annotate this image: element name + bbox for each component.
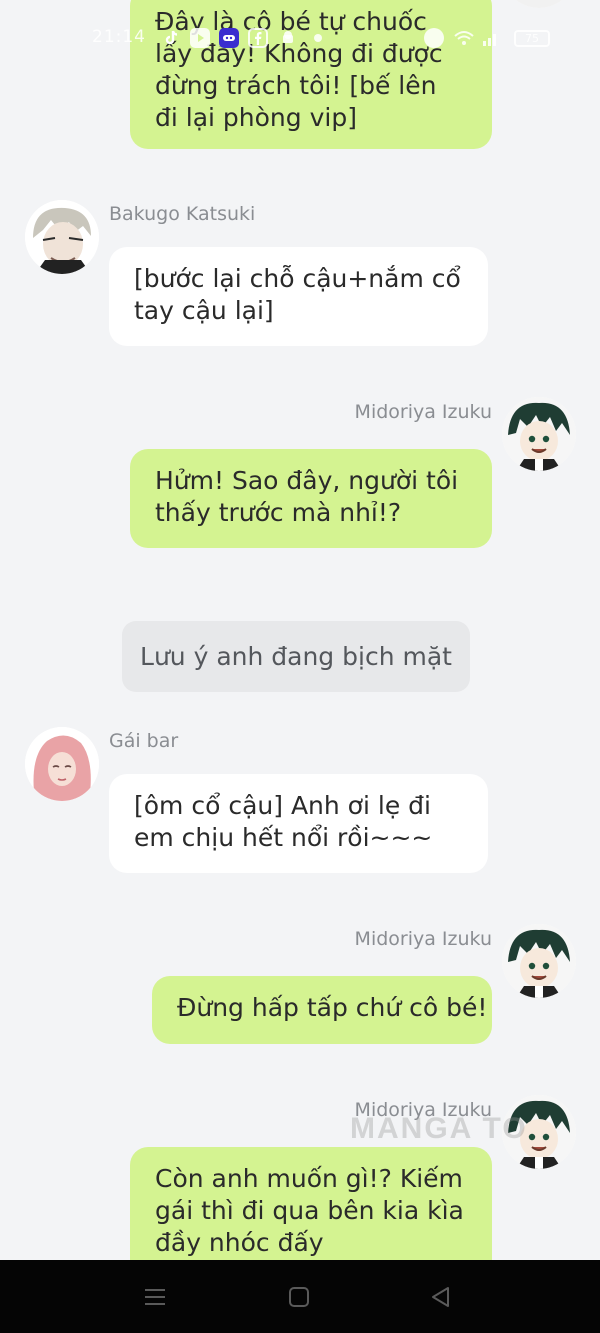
status-bar: 21:14 75 [0,22,600,54]
avatar-midoriya[interactable] [502,0,576,8]
sender-name: Bakugo Katsuki [109,203,256,225]
dot-icon [314,34,322,42]
youtube-icon [190,28,210,48]
menu-icon[interactable] [142,1284,168,1310]
wifi-icon [453,28,474,48]
chat-screen: 21:14 75 Đây là cô bé tự chuốc lấy đấy! … [0,0,600,1260]
battery-indicator: 75 [514,30,550,47]
game-controller-icon [219,28,239,48]
message-bubble[interactable]: [ôm cổ cậu] Anh ơi lẹ đi em chịu hết nổi… [109,774,488,873]
android-icon [278,28,298,48]
signal-icon [481,28,501,48]
message-bubble[interactable]: Hửm! Sao đây, người tôi thấy trước mà nh… [130,449,492,548]
sender-name: Midoriya Izuku [354,928,492,950]
facebook-icon [248,28,268,48]
avatar-midoriya[interactable] [502,397,576,471]
message-bubble[interactable]: Đừng hấp tấp chứ cô bé! [152,976,492,1044]
back-icon[interactable] [428,1284,454,1310]
sender-name: Gái bar [109,730,179,752]
avatar-bakugo[interactable] [25,200,99,274]
watermark: MANGA TO [350,1112,528,1145]
system-notice: Lưu ý anh đang bịch mặt [122,621,470,692]
message-bubble[interactable]: [bước lại chỗ cậu+nắm cổ tay cậu lại] [109,247,488,346]
message-bubble[interactable]: Còn anh muốn gì!? Kiếm gái thì đi qua bê… [130,1147,492,1260]
alarm-icon [424,28,444,48]
avatar-midoriya[interactable] [502,924,576,998]
sender-name: Midoriya Izuku [354,401,492,423]
status-time: 21:14 [92,27,146,47]
navigation-bar [0,1260,600,1333]
avatar-gai-bar[interactable] [25,727,99,801]
tiktok-icon [162,28,182,48]
home-icon[interactable] [286,1284,312,1310]
